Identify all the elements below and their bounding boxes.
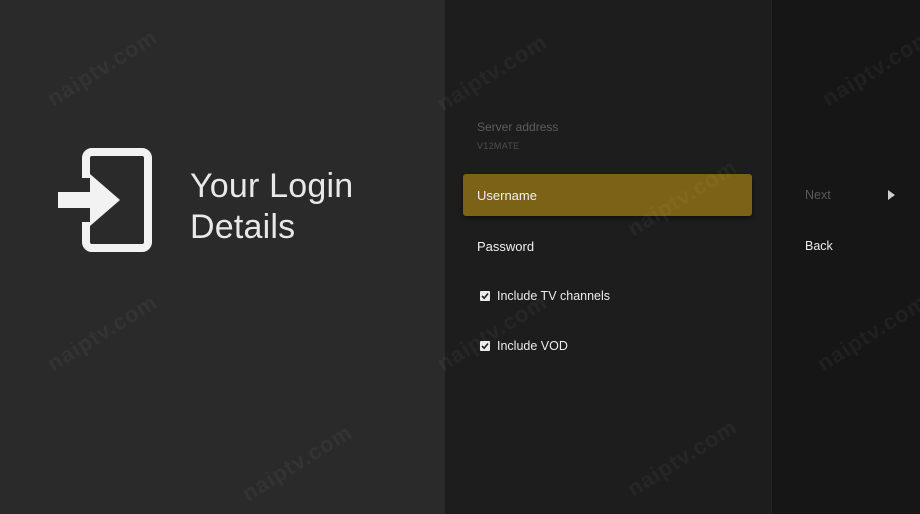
password-label: Password	[477, 238, 535, 254]
left-panel: Your Login Details	[0, 0, 445, 514]
server-address-label: Server address	[477, 120, 559, 134]
page-title-line1: Your Login	[190, 167, 354, 205]
checkbox-checked-icon	[480, 341, 490, 351]
triangle-right-icon	[888, 190, 895, 200]
include-tv-checkbox[interactable]: Include TV channels	[480, 289, 610, 303]
include-vod-checkbox[interactable]: Include VOD	[480, 339, 568, 353]
page-title-line2: Details	[190, 208, 296, 246]
actions-panel: Next Back	[771, 0, 920, 514]
page-title: Your Login Details	[190, 166, 353, 248]
login-arrow-icon	[58, 148, 152, 252]
include-vod-label: Include VOD	[497, 339, 568, 353]
password-field[interactable]: Password	[463, 225, 752, 267]
form-panel: Server address V12MATE Username Password…	[445, 0, 771, 514]
next-button[interactable]: Next	[805, 188, 895, 202]
back-button[interactable]: Back	[805, 239, 833, 253]
username-field[interactable]: Username	[463, 174, 752, 216]
login-screen: Your Login Details Server address V12MAT…	[0, 0, 920, 514]
server-address-value: V12MATE	[477, 141, 520, 151]
checkbox-checked-icon	[480, 291, 490, 301]
include-tv-label: Include TV channels	[497, 289, 611, 303]
next-label: Next	[805, 188, 831, 202]
username-label: Username	[477, 187, 537, 203]
